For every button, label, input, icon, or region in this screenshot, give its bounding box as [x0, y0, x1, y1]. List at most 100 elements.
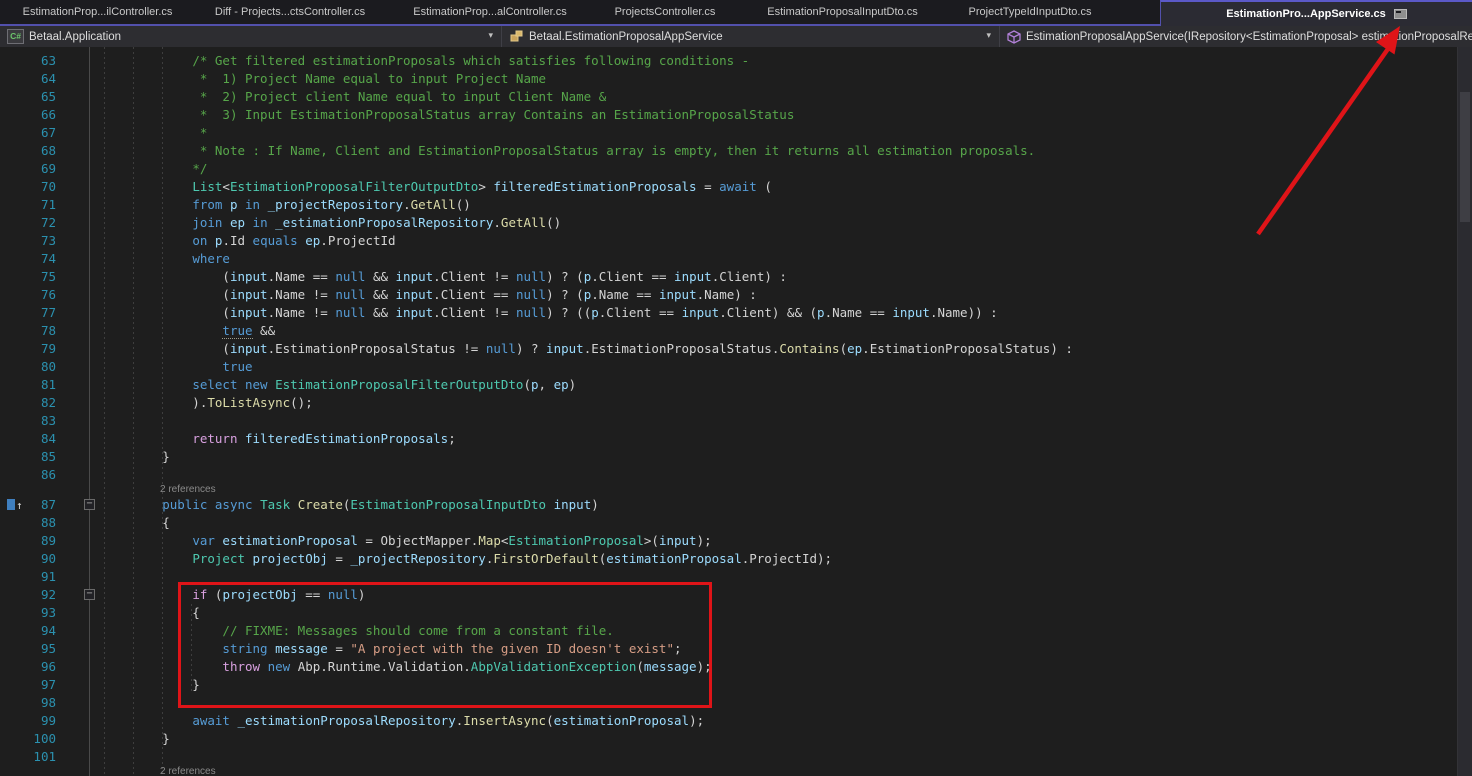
code-line: 93 { [0, 604, 1472, 622]
project-dropdown[interactable]: C# Betaal.Application ▾ [0, 26, 502, 47]
line-number: 90 [30, 550, 56, 568]
code-line: 96 throw new Abp.Runtime.Validation.AbpV… [0, 658, 1472, 676]
tab-5[interactable]: EstimationProposalInputDto.cs [735, 0, 950, 24]
method-icon [1007, 30, 1021, 44]
code-line: 73 on p.Id equals ep.ProjectId [0, 232, 1472, 250]
code-line: 81 select new EstimationProposalFilterOu… [0, 376, 1472, 394]
tab-1[interactable]: EstimationProp...ilController.cs [0, 0, 195, 24]
line-number: 63 [30, 52, 56, 70]
tab-4[interactable]: ProjectsController.cs [595, 0, 735, 24]
tab-bar: EstimationProp...ilController.csDiff - P… [0, 0, 1472, 26]
code-line: 82 ).ToListAsync(); [0, 394, 1472, 412]
code-line: 64 * 1) Project Name equal to input Proj… [0, 70, 1472, 88]
line-number: 65 [30, 88, 56, 106]
changed-line-icon: ↑ [0, 496, 30, 514]
code-line: 99 await _estimationProposalRepository.I… [0, 712, 1472, 730]
tab-6[interactable]: ProjectTypeIdInputDto.cs [950, 0, 1110, 24]
code-line: 67 * [0, 124, 1472, 142]
line-number: 67 [30, 124, 56, 142]
caret-down-icon: ▾ [488, 30, 493, 41]
pin-icon[interactable] [1394, 9, 1407, 19]
member-dropdown-label: EstimationProposalAppService(IRepository… [1026, 31, 1472, 43]
line-number: 100 [30, 730, 56, 748]
line-number: 86 [30, 466, 56, 484]
code-line: 84 return filteredEstimationProposals; [0, 430, 1472, 448]
code-line: 90 Project projectObj = _projectReposito… [0, 550, 1472, 568]
code-line: 98 [0, 694, 1472, 712]
code-line: 92− if (projectObj == null) [0, 586, 1472, 604]
class-dropdown-label: Betaal.EstimationProposalAppService [529, 31, 723, 43]
code-line: 69 */ [0, 160, 1472, 178]
line-number: 80 [30, 358, 56, 376]
line-number: 64 [30, 70, 56, 88]
code-line: 101 [0, 748, 1472, 766]
code-line: 70 List<EstimationProposalFilterOutputDt… [0, 178, 1472, 196]
scrollbar-thumb[interactable] [1460, 92, 1470, 222]
line-number: 70 [30, 178, 56, 196]
code-line: 78 true && [0, 322, 1472, 340]
code-line: ↑87− public async Task Create(Estimation… [0, 496, 1472, 514]
line-number: 72 [30, 214, 56, 232]
line-number: 83 [30, 412, 56, 430]
line-number: 95 [30, 640, 56, 658]
code-line: 71 from p in _projectRepository.GetAll() [0, 196, 1472, 214]
code-line: 83 [0, 412, 1472, 430]
code-line: 77 (input.Name != null && input.Client !… [0, 304, 1472, 322]
line-number: 66 [30, 106, 56, 124]
fold-collapse-icon[interactable]: − [84, 499, 95, 510]
code-line: 79 (input.EstimationProposalStatus != nu… [0, 340, 1472, 358]
caret-down-icon: ▾ [986, 30, 991, 41]
code-line: 63 /* Get filtered estimationProposals w… [0, 52, 1472, 70]
line-number: 85 [30, 448, 56, 466]
csharp-project-icon: C# [7, 29, 24, 44]
code-line: 86 [0, 466, 1472, 484]
class-dropdown[interactable]: Betaal.EstimationProposalAppService ▾ [502, 26, 1000, 47]
tab-2[interactable]: Diff - Projects...ctsController.cs [195, 0, 385, 24]
code-line: 65 * 2) Project client Name equal to inp… [0, 88, 1472, 106]
line-number: 81 [30, 376, 56, 394]
project-dropdown-label: Betaal.Application [29, 31, 121, 43]
code-line: 91 [0, 568, 1472, 586]
code-area: 63 /* Get filtered estimationProposals w… [0, 47, 1472, 776]
code-editor[interactable]: 63 /* Get filtered estimationProposals w… [0, 47, 1472, 776]
code-line: 95 string message = "A project with the … [0, 640, 1472, 658]
line-number: 78 [30, 322, 56, 340]
line-number: 82 [30, 394, 56, 412]
line-number: 76 [30, 286, 56, 304]
code-line: 85 } [0, 448, 1472, 466]
codelens-references: 2 references [0, 766, 1472, 776]
line-number: 79 [30, 340, 56, 358]
code-line: 68 * Note : If Name, Client and Estimati… [0, 142, 1472, 160]
code-line: 97 } [0, 676, 1472, 694]
code-line: 75 (input.Name == null && input.Client !… [0, 268, 1472, 286]
line-number: 94 [30, 622, 56, 640]
tab-3[interactable]: EstimationProp...alController.cs [385, 0, 595, 24]
code-line: 76 (input.Name != null && input.Client =… [0, 286, 1472, 304]
code-line: 74 where [0, 250, 1472, 268]
line-number: 99 [30, 712, 56, 730]
line-number: 77 [30, 304, 56, 322]
line-number: 68 [30, 142, 56, 160]
line-number: 84 [30, 430, 56, 448]
line-number: 97 [30, 676, 56, 694]
line-number: 92 [30, 586, 56, 604]
line-number: 87 [30, 496, 56, 514]
code-line: 88 { [0, 514, 1472, 532]
breadcrumb-bar: C# Betaal.Application ▾ Betaal.Estimatio… [0, 26, 1472, 48]
line-number: 74 [30, 250, 56, 268]
member-dropdown[interactable]: EstimationProposalAppService(IRepository… [1000, 26, 1472, 47]
vertical-scrollbar[interactable] [1457, 47, 1472, 776]
code-line: 66 * 3) Input EstimationProposalStatus a… [0, 106, 1472, 124]
codelens-references: 2 references [0, 484, 1472, 496]
line-number: 91 [30, 568, 56, 586]
line-number: 93 [30, 604, 56, 622]
active-tab-estimationproposalappservice[interactable]: EstimationPro...AppService.cs [1160, 0, 1472, 26]
active-tab-label: EstimationPro...AppService.cs [1226, 8, 1386, 20]
code-line: 94 // FIXME: Messages should come from a… [0, 622, 1472, 640]
vs-editor-window: EstimationProp...ilController.csDiff - P… [0, 0, 1472, 776]
fold-collapse-icon[interactable]: − [84, 589, 95, 600]
line-number: 96 [30, 658, 56, 676]
line-number: 73 [30, 232, 56, 250]
line-number: 98 [30, 694, 56, 712]
code-line: 100 } [0, 730, 1472, 748]
